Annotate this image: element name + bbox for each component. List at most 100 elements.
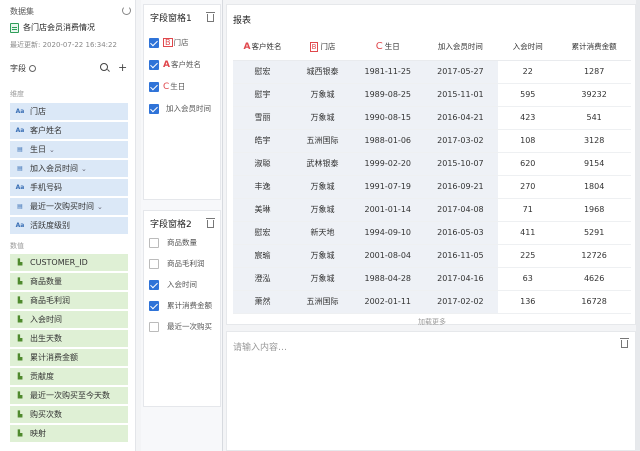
measure-field-item[interactable]: ▙ 购买次数 [10,406,128,423]
checkbox[interactable] [149,300,159,311]
field-header: 字段 + [10,61,130,74]
table-header-cell[interactable]: 入会时间 [498,34,558,61]
refresh-icon[interactable] [122,6,131,15]
field-grid-item-label: 门店 [173,38,189,47]
trash-icon[interactable] [206,218,215,228]
measure-field-item[interactable]: ▙ 映射 [10,425,128,442]
table-row[interactable]: 宸瑜 万象城 2001-08-04 2016-11-05 225 12726 [233,244,631,268]
field-grid-item[interactable]: 商品毛利润 [149,258,205,269]
field-grid-item-label: 最近一次购买 [167,322,212,331]
table-row[interactable]: 慰宏 城西银泰 1981-11-25 2017-05-27 22 1287 [233,60,631,84]
info-icon[interactable] [29,65,36,72]
bar-chart-icon: ▙ [17,316,23,323]
measure-field-item[interactable]: ▙ 商品数量 [10,273,128,290]
table-header-cell[interactable]: B 门店 [291,34,354,61]
checkbox[interactable] [149,237,159,248]
table-row[interactable]: 慰宏 新天地 1994-09-10 2016-05-03 411 5291 [233,221,631,245]
dimension-field-item[interactable]: ▤ 生日 ⌄ [10,141,128,158]
table-header-cell[interactable]: A客户姓名 [233,34,292,61]
table-row[interactable]: 美琳 万象城 2001-01-14 2017-04-08 71 1968 [233,198,631,222]
field-grid-item[interactable]: 最近一次购买 [149,321,212,332]
field-label: 客户姓名 [30,126,62,135]
bar-chart-icon: ▙ [17,392,23,399]
field-grid-item-label: 客户姓名 [170,60,201,69]
table-row[interactable]: 萧然 五洲国际 2002-01-11 2017-02-02 136 16728 [233,290,631,314]
table-header-cell[interactable]: 加入会员时间 [422,34,499,61]
field-grid-item[interactable]: 商品数量 [149,237,197,248]
measure-field-item[interactable]: ▙ 累计消费金额 [10,349,128,366]
field-grid-2-title: 字段窗格2 [150,220,192,230]
trash-icon[interactable] [620,338,629,348]
dimension-field-item[interactable]: ▤ 最近一次购买时间 ⌄ [10,198,128,215]
field-grid-item-label: 累计消费金额 [167,301,212,310]
field-grid-item-label: 入会时间 [167,280,197,289]
table-cell: 2017-04-16 [422,267,499,291]
text-type-icon: Aa [15,127,25,134]
table-cell: 16728 [557,290,631,314]
checkbox[interactable] [149,37,159,48]
table-row[interactable]: 淑聪 武林银泰 1999-02-20 2015-10-07 620 9154 [233,152,631,176]
measure-field-item[interactable]: ▙ 入会时间 [10,311,128,328]
comment-box[interactable]: 请输入内容… [226,331,636,451]
measure-section-label: 数值 [10,242,24,250]
field-grid-item[interactable]: B 门店 [149,37,189,48]
load-more-link[interactable]: 加载更多 [227,317,637,327]
checkbox[interactable] [149,321,159,332]
scrollbar-track[interactable] [636,0,640,451]
checkbox[interactable] [149,81,159,92]
dimension-field-item[interactable]: Aa 手机号码 [10,179,128,196]
checkbox[interactable] [149,103,159,114]
search-icon[interactable] [100,63,108,71]
measure-field-item[interactable]: ▙ 商品毛利润 [10,292,128,309]
comment-placeholder: 请输入内容… [233,343,288,353]
add-field-icon[interactable]: + [118,61,127,74]
table-cell: 五洲国际 [291,290,354,314]
bar-chart-icon: ▙ [17,430,23,437]
table-row[interactable]: 澄泓 万象城 1988-04-28 2017-04-16 63 4626 [233,267,631,291]
measure-field-item[interactable]: ▙ CUSTOMER_ID [10,254,128,271]
bar-chart-icon: ▙ [17,354,23,361]
measure-field-item[interactable]: ▙ 最近一次购买至今天数 [10,387,128,404]
table-row[interactable]: 皓宇 五洲国际 1988-01-06 2017-03-02 108 3128 [233,129,631,153]
dimension-field-item[interactable]: Aa 活跃度级别 [10,217,128,234]
checkbox[interactable] [149,59,159,70]
table-row[interactable]: 慰宇 万象城 1989-08-25 2015-11-01 595 39232 [233,83,631,107]
field-grid-item[interactable]: C 生日 [149,81,185,92]
field-grid-item[interactable]: 入会时间 [149,279,197,290]
table-cell: 慰宏 [233,221,292,245]
type-b-icon: B [309,42,319,53]
chevron-down-icon[interactable]: ⌄ [81,165,87,173]
table-cell: 1804 [557,175,631,199]
table-cell: 城西银泰 [291,60,354,84]
header-label: 加入会员时间 [437,42,483,52]
bar-chart-icon: ▙ [17,335,23,342]
table-header-cell[interactable]: 累计消费金额 [557,34,631,61]
table-cell: 136 [498,290,558,314]
checkbox[interactable] [149,279,159,290]
table-cell: 22 [498,60,558,84]
field-label: 门店 [30,107,46,116]
field-label: 出生天数 [30,334,62,343]
table-cell: 108 [498,129,558,153]
field-grid-item[interactable]: 累计消费金额 [149,300,212,311]
chevron-down-icon[interactable]: ⌄ [49,146,55,154]
dimension-field-item[interactable]: ▤ 加入会员时间 ⌄ [10,160,128,177]
table-row[interactable]: 丰逸 万象城 1991-07-19 2016-09-21 270 1804 [233,175,631,199]
table-header-cell[interactable]: C 生日 [353,34,423,61]
table-cell: 新天地 [291,221,354,245]
checkbox[interactable] [149,258,159,269]
field-grid-item[interactable]: A 客户姓名 [149,59,201,70]
panel-divider[interactable] [222,0,223,451]
dimension-field-item[interactable]: Aa 门店 [10,103,128,120]
trash-icon[interactable] [206,12,215,22]
table-row[interactable]: 雪丽 万象城 1990-08-15 2016-04-21 423 541 [233,106,631,130]
table-cell: 皓宇 [233,129,292,153]
field-grid-item[interactable]: 加入会员时间 [149,103,211,114]
dataset-name-row[interactable]: 各门店会员消费情况 [10,22,95,33]
measure-field-item[interactable]: ▙ 出生天数 [10,330,128,347]
measure-field-item[interactable]: ▙ 贡献度 [10,368,128,385]
chevron-down-icon[interactable]: ⌄ [97,203,103,211]
dimension-field-item[interactable]: Aa 客户姓名 [10,122,128,139]
bar-chart-icon: ▙ [17,278,23,285]
field-grid-item-label: 商品毛利润 [167,259,205,268]
